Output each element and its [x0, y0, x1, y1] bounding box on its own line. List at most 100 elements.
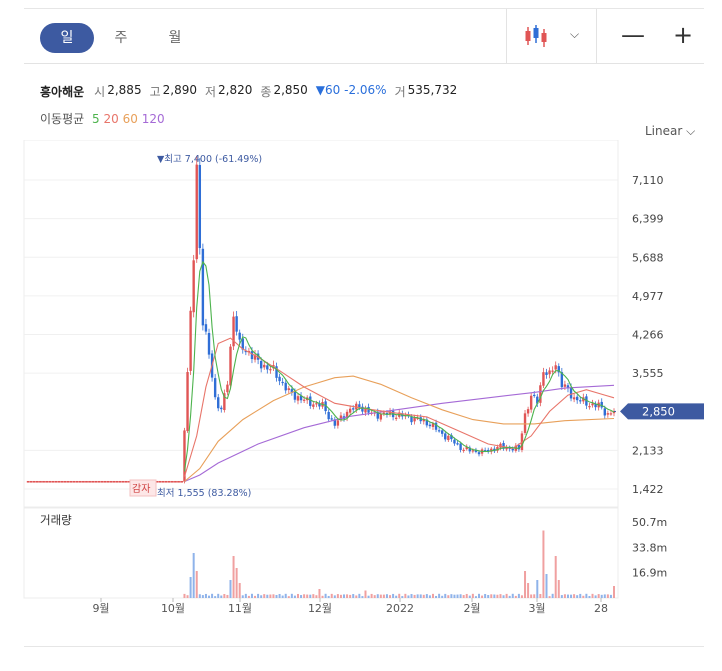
volume-bar	[462, 595, 465, 598]
chevron-down-icon: ⌵	[686, 124, 696, 138]
volume-bar	[303, 594, 306, 598]
candle	[579, 400, 582, 402]
volume-bar	[487, 594, 490, 598]
candle	[121, 480, 125, 483]
candle	[394, 417, 398, 419]
candle	[606, 413, 610, 415]
volume-bar	[321, 595, 324, 598]
volume-bar	[563, 594, 566, 598]
volume-bar	[324, 593, 327, 598]
volume-bar	[223, 594, 226, 598]
candle	[554, 365, 557, 370]
ma60-legend[interactable]: 60	[123, 112, 138, 126]
volume-bar	[468, 595, 471, 598]
volume-bar	[361, 596, 364, 598]
low-label: 저	[204, 85, 217, 99]
open-value: 2,885	[107, 83, 142, 97]
volume-bar	[306, 594, 309, 598]
candle	[548, 370, 551, 375]
ma5-legend[interactable]: 5	[92, 112, 100, 126]
volume-bar	[527, 583, 530, 598]
candle	[106, 480, 110, 483]
close-value: 2,850	[273, 83, 308, 97]
candle	[192, 260, 195, 313]
tab-month[interactable]: 월	[148, 23, 202, 53]
candle	[259, 360, 263, 369]
volume-bar	[545, 574, 548, 598]
volume-bar	[241, 595, 244, 598]
x-tick-label: 10월	[161, 602, 185, 615]
high-label: 고	[149, 85, 161, 99]
price-chart[interactable]: 7,110 6,399 5,688 4,977 4,266 3,555 2,133 1,422…	[0, 140, 722, 645]
candle	[42, 480, 45, 483]
volume-bar	[613, 586, 615, 598]
volume-bar	[370, 593, 373, 598]
volume-bar	[293, 595, 296, 598]
volume-bar	[502, 595, 505, 598]
volume-tick-label: 16.9m	[632, 567, 667, 580]
candle	[456, 443, 459, 445]
volume-bar	[281, 595, 284, 598]
volume-bar	[517, 593, 520, 598]
volume-bar	[594, 595, 597, 598]
chevron-down-icon[interactable]: ⌵	[570, 27, 579, 42]
volume-bar	[530, 594, 533, 598]
y-tick-label: 5,688	[632, 251, 664, 264]
candle	[45, 480, 49, 483]
volume-bar	[505, 593, 508, 598]
volume-bar	[431, 593, 434, 598]
candle	[109, 480, 113, 483]
tab-day[interactable]: 일	[40, 23, 94, 53]
volume-bar	[355, 595, 358, 598]
candle	[477, 452, 481, 455]
volume-bar	[296, 593, 299, 598]
volume-bar	[566, 594, 569, 598]
ma20-legend[interactable]: 20	[103, 112, 118, 126]
volume-bar	[389, 595, 392, 598]
volume-bar	[591, 593, 594, 598]
x-tick-label: 9월	[92, 602, 109, 615]
volume-bar	[186, 595, 189, 598]
volume-bar	[275, 594, 278, 598]
volume-bar	[435, 595, 438, 598]
volume-bar	[333, 595, 336, 598]
volume-bar	[201, 595, 204, 598]
candle	[186, 372, 189, 432]
volume-bar	[508, 595, 511, 598]
volume-bar	[551, 593, 554, 598]
candle	[575, 396, 579, 401]
volume-bar	[244, 593, 247, 598]
volume-value: 535,732	[407, 83, 458, 97]
volume-bar	[266, 594, 269, 598]
volume-bar	[229, 580, 232, 598]
candle	[177, 480, 180, 483]
change-value: ▼60 -2.06%	[315, 83, 387, 97]
ma120-legend[interactable]: 120	[142, 112, 165, 126]
bottom-divider	[24, 646, 704, 647]
volume-bar	[211, 593, 214, 598]
volume-bar	[260, 595, 263, 598]
volume-bar	[428, 595, 431, 598]
zoom-in-button[interactable]: +	[670, 19, 696, 51]
candle	[118, 480, 122, 483]
candle	[54, 480, 58, 483]
volume-bar	[330, 593, 333, 598]
scale-dropdown[interactable]: Linear ⌵	[645, 124, 695, 139]
candle	[238, 332, 241, 340]
current-price-label: 2,850	[642, 404, 675, 418]
volume-bar	[597, 594, 600, 598]
volume-bar	[189, 577, 192, 598]
candlestick-icon[interactable]	[524, 23, 550, 49]
volume-bar	[474, 596, 477, 598]
volume-bar	[269, 594, 272, 598]
volume-bar	[413, 594, 416, 598]
candle	[563, 384, 567, 387]
volume-bar	[542, 530, 545, 598]
zoom-out-button[interactable]: —	[620, 19, 646, 51]
candle	[327, 411, 330, 420]
candle	[263, 364, 266, 368]
tab-week[interactable]: 주	[94, 23, 148, 53]
volume-bar	[220, 595, 223, 598]
volume-bar	[349, 594, 352, 598]
volume-bar	[287, 596, 290, 598]
